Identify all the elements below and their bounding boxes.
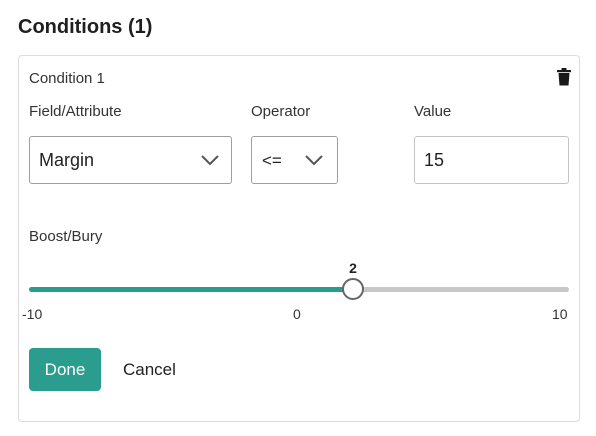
done-button[interactable]: Done (29, 348, 101, 391)
field-label: Field/Attribute (29, 103, 122, 120)
condition-title: Condition 1 (29, 70, 105, 87)
section-title: Conditions (1) (18, 16, 153, 38)
condition-card: Condition 1 Field/Attribute Operator Val… (18, 55, 580, 422)
slider-value-label: 2 (349, 260, 357, 276)
field-select-value: Margin (39, 150, 95, 170)
operator-label: Operator (251, 103, 311, 120)
slider-thumb[interactable] (342, 278, 364, 300)
boost-bury-label: Boost/Bury (29, 228, 103, 245)
value-input[interactable] (414, 136, 569, 184)
operator-select[interactable]: <= (251, 136, 338, 184)
trash-icon[interactable] (556, 68, 572, 86)
value-label: Value (414, 103, 452, 120)
field-select[interactable]: Margin (29, 136, 232, 184)
slider-min-label: -10 (22, 306, 43, 322)
chevron-down-icon (305, 155, 323, 166)
chevron-down-icon (201, 155, 219, 166)
slider-max-label: 10 (552, 306, 568, 322)
boost-bury-slider[interactable]: 2 -10 0 10 (22, 256, 569, 326)
slider-track (29, 287, 353, 292)
slider-mid-label: 0 (293, 306, 301, 322)
cancel-button[interactable]: Cancel (113, 348, 186, 391)
operator-select-value: <= (262, 151, 282, 170)
